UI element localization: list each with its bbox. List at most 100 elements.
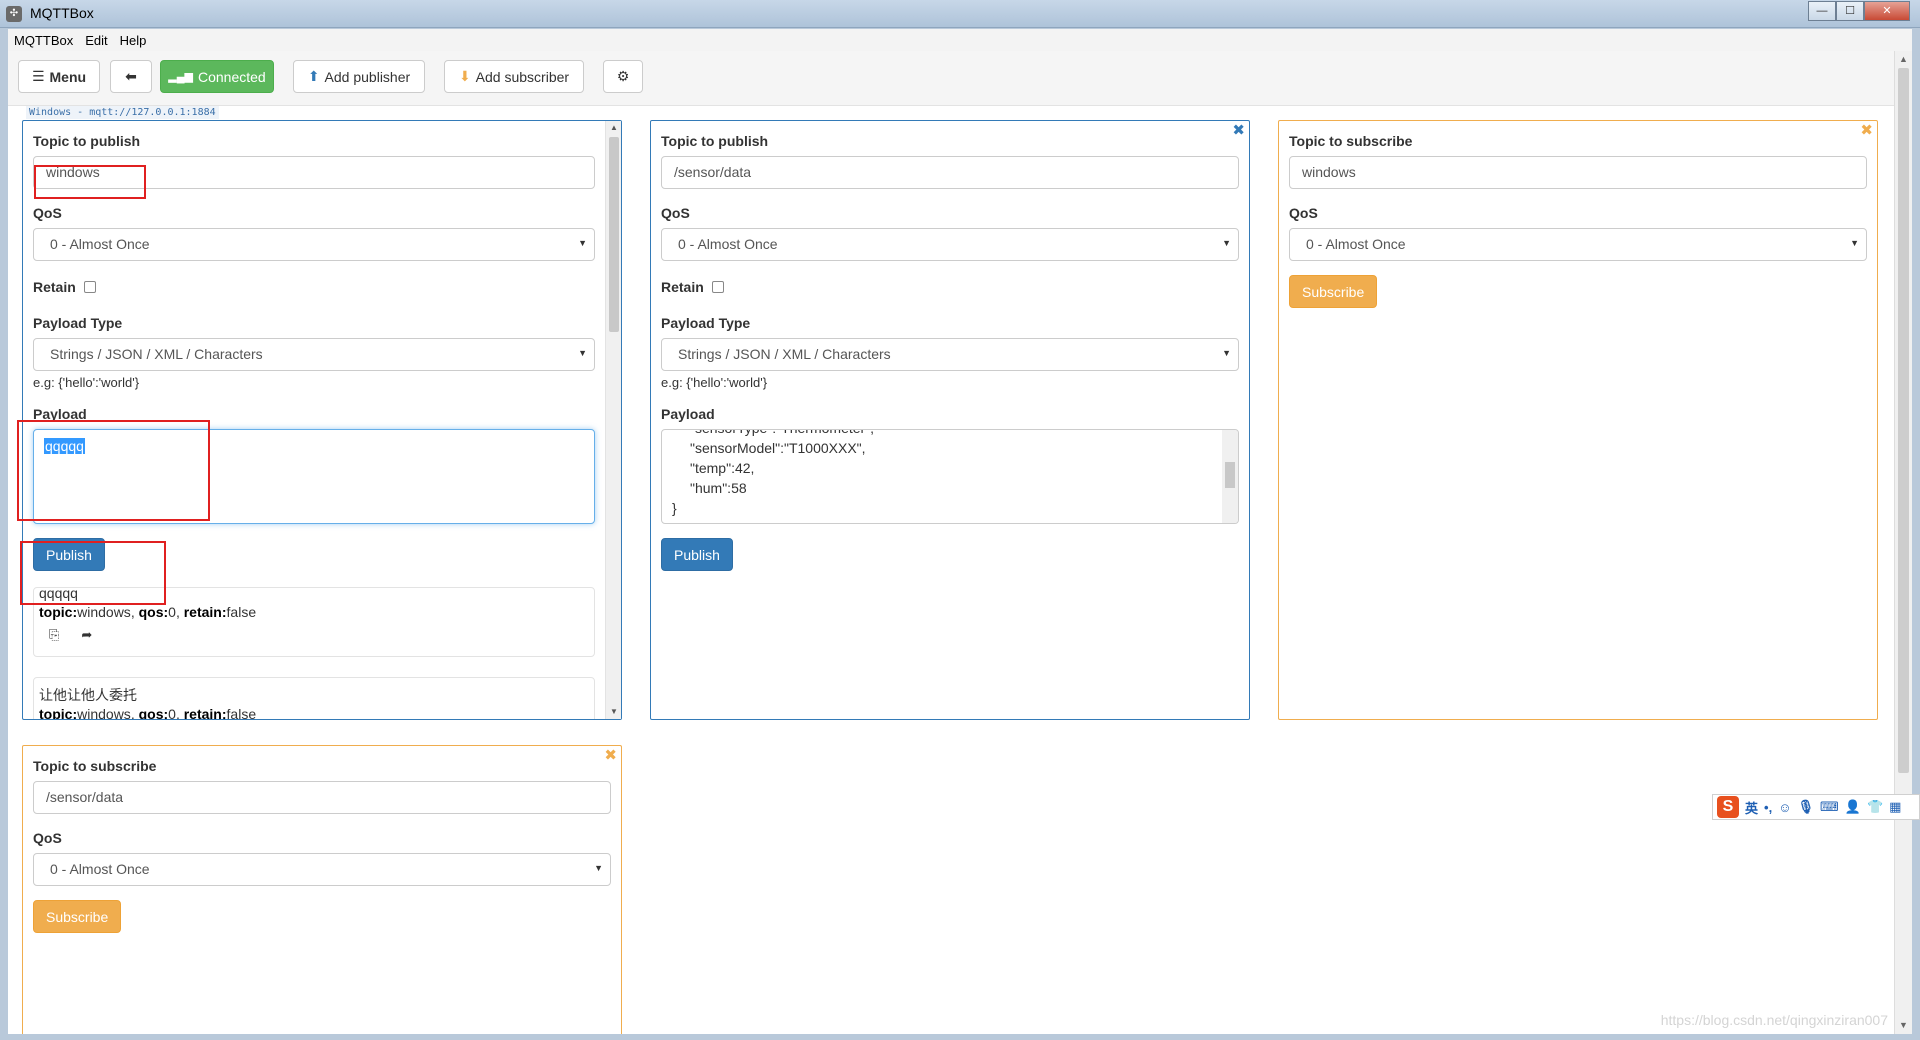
signal-icon: ▂▄▆ bbox=[168, 71, 193, 83]
qos-select[interactable]: 0 - Almost Once ▼ bbox=[33, 228, 595, 261]
app-client-area: ☰ Menu ⬅ ▂▄▆ Connected ⬆ Add publisher ⬇… bbox=[8, 51, 1912, 1034]
emoji-icon[interactable]: ☺ bbox=[1778, 800, 1791, 815]
retain-row: Retain bbox=[33, 279, 595, 295]
scroll-up-icon[interactable]: ▲ bbox=[1895, 51, 1912, 68]
qos-label: QoS bbox=[33, 205, 62, 221]
payload-type-select[interactable]: Strings / JSON / XML / Characters ▼ bbox=[661, 338, 1239, 371]
qos-value: 0 - Almost Once bbox=[678, 236, 778, 252]
add-subscriber-label: Add subscriber bbox=[475, 68, 570, 85]
connected-button[interactable]: ▂▄▆ Connected bbox=[160, 60, 274, 93]
retain-label: Retain bbox=[33, 279, 76, 295]
shirt-icon[interactable]: 👕 bbox=[1867, 799, 1883, 815]
highlight-topic bbox=[34, 165, 146, 199]
grid-icon[interactable]: ▦ bbox=[1889, 799, 1901, 815]
settings-button[interactable]: ⚙ bbox=[603, 60, 643, 93]
scroll-up-icon[interactable]: ▲ bbox=[606, 121, 622, 135]
menu-mqttbox[interactable]: MQTTBox bbox=[14, 33, 73, 48]
qos-select[interactable]: 0 - Almost Once ▼ bbox=[1289, 228, 1867, 261]
publisher-1-scrollbar[interactable]: ▲ ▼ bbox=[605, 121, 621, 719]
microphone-icon[interactable]: 🎙 bbox=[1797, 799, 1814, 815]
retain-checkbox[interactable] bbox=[711, 281, 724, 293]
message-topic: windows bbox=[77, 706, 131, 719]
add-subscriber-button[interactable]: ⬇ Add subscriber bbox=[444, 60, 584, 93]
caret-down-icon: ▼ bbox=[578, 238, 587, 248]
qos-select[interactable]: 0 - Almost Once ▼ bbox=[661, 228, 1239, 261]
topic-key: topic: bbox=[39, 706, 78, 719]
topic-input[interactable]: windows bbox=[1289, 156, 1867, 189]
maximize-button[interactable]: ☐ bbox=[1836, 1, 1864, 21]
qos-value: 0 - Almost Once bbox=[50, 236, 150, 252]
menu-help[interactable]: Help bbox=[120, 33, 147, 48]
gear-icon: ⚙ bbox=[616, 68, 630, 84]
retain-key: retain: bbox=[183, 604, 227, 620]
scroll-down-icon[interactable]: ▼ bbox=[1895, 1017, 1912, 1034]
payload-type-select[interactable]: Strings / JSON / XML / Characters ▼ bbox=[33, 338, 595, 371]
message-retain: false bbox=[226, 604, 257, 620]
topic-label: Topic to subscribe bbox=[1289, 133, 1413, 149]
subscriber-2-content: Topic to subscribe /sensor/data QoS 0 - … bbox=[23, 746, 621, 1034]
scrollbar-thumb[interactable] bbox=[1898, 68, 1909, 773]
scroll-down-icon[interactable]: ▼ bbox=[606, 705, 622, 719]
keyboard-icon[interactable]: ⌨ bbox=[1820, 799, 1839, 815]
payload-type-value: Strings / JSON / XML / Characters bbox=[678, 346, 891, 362]
topic-label: Topic to publish bbox=[661, 133, 769, 149]
arrow-left-icon: ⬅ bbox=[125, 68, 137, 84]
message-payload: 让他让他人委托 bbox=[39, 687, 137, 703]
message-meta: topic:windows, qos:0, retain:false bbox=[39, 705, 589, 719]
window-controls: — ☐ ✕ bbox=[1808, 1, 1910, 21]
download-circle-icon: ⬇ bbox=[458, 68, 471, 84]
add-publisher-button[interactable]: ⬆ Add publisher bbox=[293, 60, 425, 93]
qos-label: QoS bbox=[33, 830, 62, 846]
publisher-2-content: Topic to publish /sensor/data QoS 0 - Al… bbox=[651, 121, 1249, 719]
subscribe-button[interactable]: Subscribe bbox=[33, 900, 122, 933]
menu-bar: MQTTBox Edit Help bbox=[8, 29, 1912, 51]
title-bar: ✣ MQTTBox — ☐ ✕ bbox=[0, 0, 1920, 28]
message-qos: 0 bbox=[168, 706, 176, 719]
qos-value: 0 - Almost Once bbox=[1306, 236, 1406, 252]
payload-label: Payload bbox=[661, 406, 715, 422]
subscriber-card-2: ✖ Topic to subscribe /sensor/data QoS 0 … bbox=[22, 745, 622, 1034]
payload-textarea[interactable]: "sensorType":"Thermometer", "sensorModel… bbox=[661, 429, 1239, 524]
qos-key: qos: bbox=[138, 604, 169, 620]
app-icon: ✣ bbox=[6, 6, 22, 22]
retain-checkbox[interactable] bbox=[83, 281, 96, 293]
subscribe-button[interactable]: Subscribe bbox=[1289, 275, 1378, 308]
caret-down-icon: ▼ bbox=[1850, 238, 1859, 248]
payload-type-label: Payload Type bbox=[33, 315, 123, 331]
close-window-button[interactable]: ✕ bbox=[1864, 1, 1910, 21]
ime-punct[interactable]: •, bbox=[1764, 800, 1772, 815]
topic-input[interactable]: /sensor/data bbox=[33, 781, 611, 814]
hamburger-icon: ☰ bbox=[31, 68, 45, 84]
window-scrollbar[interactable]: ▲ ▼ bbox=[1894, 51, 1912, 1034]
share-icon[interactable]: ➦ bbox=[81, 625, 92, 644]
payload-hint: e.g: {'hello':'world'} bbox=[33, 375, 140, 390]
scrollbar-thumb[interactable] bbox=[609, 137, 619, 332]
message-topic: windows bbox=[77, 604, 131, 620]
upload-circle-icon: ⬆ bbox=[307, 68, 320, 84]
topic-label: Topic to publish bbox=[33, 133, 141, 149]
back-button[interactable]: ⬅ bbox=[110, 60, 152, 93]
payload-line: "temp":42, bbox=[690, 460, 755, 476]
subscriber-card-1: ✖ Topic to subscribe windows QoS 0 - Alm… bbox=[1278, 120, 1878, 720]
qos-label: QoS bbox=[661, 205, 690, 221]
payload-type-label: Payload Type bbox=[661, 315, 751, 331]
message-retain: false bbox=[226, 706, 257, 719]
retain-label: Retain bbox=[661, 279, 704, 295]
retain-row: Retain bbox=[661, 279, 1239, 295]
scrollbar-thumb[interactable] bbox=[1225, 462, 1235, 488]
payload-hint: e.g: {'hello':'world'} bbox=[661, 375, 768, 390]
message-item: 让他让他人委托 topic:windows, qos:0, retain:fal… bbox=[33, 677, 595, 719]
publish-button[interactable]: Publish bbox=[661, 538, 733, 571]
ime-lang[interactable]: 英 bbox=[1745, 798, 1758, 817]
minimize-button[interactable]: — bbox=[1808, 1, 1836, 21]
copy-icon[interactable]: ⎘ bbox=[49, 625, 59, 644]
topic-input[interactable]: /sensor/data bbox=[661, 156, 1239, 189]
payload-scrollbar[interactable] bbox=[1222, 430, 1238, 523]
user-icon[interactable]: 👤 bbox=[1845, 799, 1861, 815]
menu-edit[interactable]: Edit bbox=[85, 33, 107, 48]
menu-button[interactable]: ☰ Menu bbox=[18, 60, 100, 93]
qos-select[interactable]: 0 - Almost Once ▼ bbox=[33, 853, 611, 886]
add-publisher-label: Add publisher bbox=[324, 68, 411, 85]
caret-down-icon: ▼ bbox=[1222, 348, 1231, 358]
sogou-logo-icon[interactable]: S bbox=[1717, 796, 1739, 818]
